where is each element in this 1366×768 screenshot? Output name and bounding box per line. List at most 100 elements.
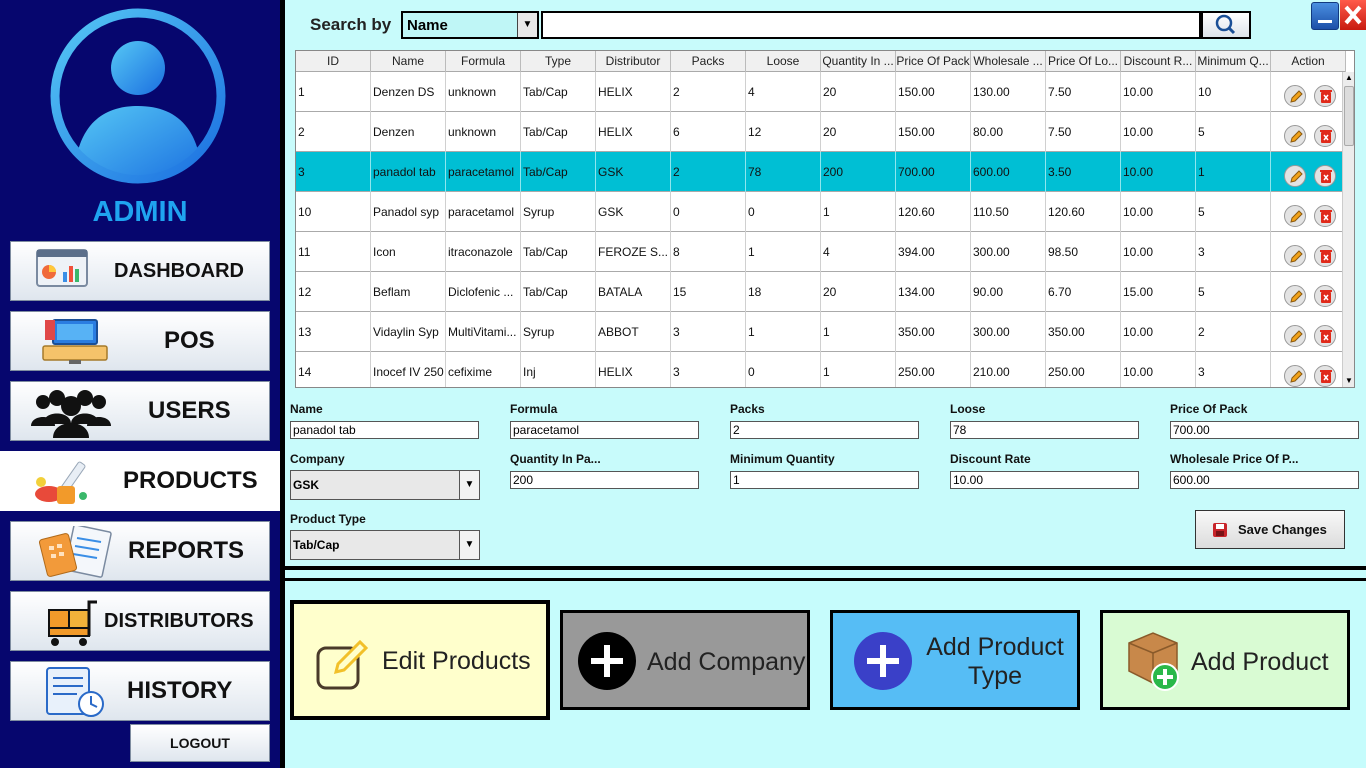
column-header[interactable]: Formula (446, 51, 521, 72)
table-cell[interactable]: Vidaylin Syp (371, 312, 446, 352)
table-cell[interactable]: Tab/Cap (521, 152, 596, 192)
table-cell[interactable]: unknown (446, 72, 521, 112)
table-cell[interactable]: 1 (821, 352, 896, 387)
table-cell[interactable]: FEROZE S... (596, 232, 671, 272)
table-cell[interactable]: 0 (671, 192, 746, 232)
table-cell[interactable]: 0 (746, 192, 821, 232)
table-cell[interactable]: 2 (671, 152, 746, 192)
delete-row-button[interactable] (1314, 125, 1336, 147)
table-cell[interactable]: 250.00 (896, 352, 971, 387)
table-cell[interactable]: Tab/Cap (521, 112, 596, 152)
column-header[interactable]: Quantity In ... (821, 51, 896, 72)
table-row[interactable]: 2 Denzen unknown Tab/Cap HELIX 6 12 20 150.00 80.… (296, 112, 1346, 152)
table-cell[interactable]: 12 (746, 112, 821, 152)
column-header[interactable]: Minimum Q... (1196, 51, 1271, 72)
table-cell[interactable]: GSK (596, 192, 671, 232)
table-cell[interactable]: 6.70 (1046, 272, 1121, 312)
table-cell[interactable]: 2 (296, 112, 371, 152)
table-cell[interactable]: 13 (296, 312, 371, 352)
table-cell[interactable]: ABBOT (596, 312, 671, 352)
name-field[interactable] (290, 421, 479, 439)
add-product-card[interactable]: Add Product (1100, 610, 1350, 710)
delete-row-button[interactable] (1314, 245, 1336, 267)
table-cell[interactable]: 18 (746, 272, 821, 312)
price-of-pack-field[interactable] (1170, 421, 1359, 439)
table-row[interactable]: 13 Vidaylin Syp MultiVitami... Syrup ABBOT 3 1… (296, 312, 1346, 352)
column-header[interactable]: Distributor (596, 51, 671, 72)
scroll-down-icon[interactable]: ▼ (1343, 375, 1354, 387)
table-row[interactable]: 10 Panadol syp paracetamol Syrup GSK 0 0 1 120.6… (296, 192, 1346, 232)
scroll-thumb[interactable] (1344, 86, 1354, 146)
table-cell[interactable]: 350.00 (1046, 312, 1121, 352)
delete-row-button[interactable] (1314, 205, 1336, 227)
table-cell[interactable]: 20 (821, 72, 896, 112)
table-cell[interactable]: 10.00 (1121, 312, 1196, 352)
table-cell[interactable]: 120.60 (896, 192, 971, 232)
table-cell[interactable]: paracetamol (446, 192, 521, 232)
table-cell[interactable]: 8 (671, 232, 746, 272)
table-cell[interactable]: itraconazole (446, 232, 521, 272)
table-cell[interactable]: 4 (821, 232, 896, 272)
table-cell[interactable]: paracetamol (446, 152, 521, 192)
table-cell[interactable]: 4 (746, 72, 821, 112)
edit-row-button[interactable] (1284, 325, 1306, 347)
nav-distributors-button[interactable]: DISTRIBUTORS (10, 591, 270, 651)
nav-history-button[interactable]: HISTORY (10, 661, 270, 721)
column-header[interactable]: Type (521, 51, 596, 72)
table-cell[interactable]: HELIX (596, 112, 671, 152)
table-cell[interactable]: 10.00 (1121, 352, 1196, 387)
edit-row-button[interactable] (1284, 85, 1306, 107)
search-input[interactable] (541, 11, 1201, 39)
table-cell[interactable]: MultiVitami... (446, 312, 521, 352)
close-button[interactable] (1340, 0, 1366, 30)
table-cell[interactable]: 210.00 (971, 352, 1046, 387)
table-cell[interactable]: 20 (821, 272, 896, 312)
product-type-dropdown[interactable]: Tab/Cap ▼ (290, 530, 480, 560)
table-cell[interactable]: 300.00 (971, 232, 1046, 272)
column-header[interactable]: Price Of Pack (896, 51, 971, 72)
delete-row-button[interactable] (1314, 365, 1336, 387)
table-cell[interactable]: 10 (296, 192, 371, 232)
table-row[interactable]: 14 Inocef IV 250 cefixime Inj HELIX 3 0 1 250.00… (296, 352, 1346, 387)
table-cell[interactable]: 200 (821, 152, 896, 192)
table-cell[interactable]: 600.00 (971, 152, 1046, 192)
table-cell[interactable]: 98.50 (1046, 232, 1121, 272)
table-cell[interactable]: 1 (746, 232, 821, 272)
table-cell[interactable]: 10 (1196, 72, 1271, 112)
table-cell[interactable]: unknown (446, 112, 521, 152)
table-cell[interactable]: cefixime (446, 352, 521, 387)
table-cell[interactable]: 3 (296, 152, 371, 192)
discount-rate-field[interactable] (950, 471, 1139, 489)
table-cell[interactable]: 90.00 (971, 272, 1046, 312)
column-header[interactable]: Action (1271, 51, 1346, 72)
delete-row-button[interactable] (1314, 325, 1336, 347)
table-cell[interactable]: 2 (1196, 312, 1271, 352)
column-header[interactable]: Packs (671, 51, 746, 72)
scroll-up-icon[interactable]: ▲ (1343, 72, 1354, 84)
table-cell[interactable]: 10.00 (1121, 152, 1196, 192)
table-cell[interactable]: 150.00 (896, 112, 971, 152)
nav-products-button[interactable]: PRODUCTS (0, 451, 280, 511)
logout-button[interactable]: LOGOUT (130, 724, 270, 762)
table-cell[interactable]: 3.50 (1046, 152, 1121, 192)
table-cell[interactable]: 10.00 (1121, 72, 1196, 112)
column-header[interactable]: ID (296, 51, 371, 72)
table-cell[interactable]: 3 (671, 352, 746, 387)
packs-field[interactable] (730, 421, 919, 439)
table-cell[interactable]: panadol tab (371, 152, 446, 192)
table-cell[interactable]: Inj (521, 352, 596, 387)
edit-row-button[interactable] (1284, 245, 1306, 267)
table-cell[interactable]: 150.00 (896, 72, 971, 112)
loose-field[interactable] (950, 421, 1139, 439)
wholesale-price-field[interactable] (1170, 471, 1359, 489)
table-cell[interactable]: Tab/Cap (521, 232, 596, 272)
edit-row-button[interactable] (1284, 285, 1306, 307)
table-cell[interactable]: 110.50 (971, 192, 1046, 232)
column-header[interactable]: Loose (746, 51, 821, 72)
table-cell[interactable]: 0 (746, 352, 821, 387)
table-cell[interactable]: Tab/Cap (521, 272, 596, 312)
table-cell[interactable]: 134.00 (896, 272, 971, 312)
table-cell[interactable]: 300.00 (971, 312, 1046, 352)
table-cell[interactable]: Panadol syp (371, 192, 446, 232)
table-cell[interactable]: 15 (671, 272, 746, 312)
